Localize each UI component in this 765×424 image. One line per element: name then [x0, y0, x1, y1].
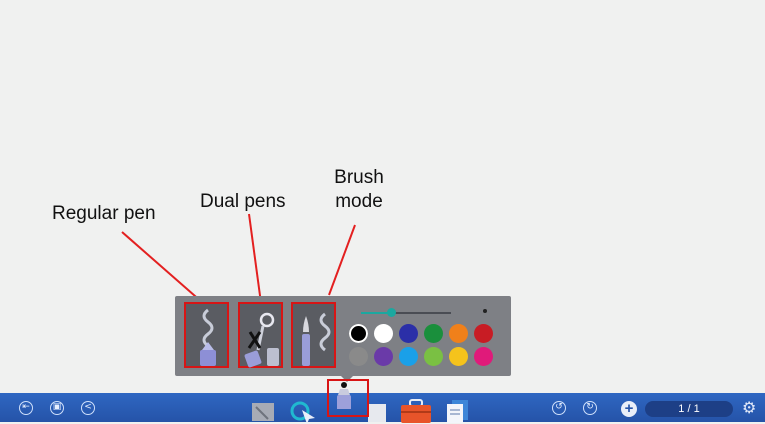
undo-icon[interactable]: ↺	[552, 401, 566, 415]
exit-icon[interactable]: ⇤	[19, 401, 33, 415]
color-swatch[interactable]	[349, 347, 368, 366]
bottom-toolbar: ⇤ ▣ < ↺ ↻ + 1 / 1 ⚙	[0, 382, 765, 424]
regular-pen-icon	[200, 308, 216, 366]
brush-icon	[302, 312, 331, 366]
color-swatch[interactable]	[399, 324, 418, 343]
marker-icon[interactable]	[368, 404, 388, 422]
color-swatch[interactable]	[449, 324, 468, 343]
size-preview-dot	[483, 309, 487, 313]
add-page-icon[interactable]: +	[621, 401, 637, 417]
pen-settings-panel	[175, 296, 511, 376]
regular-pen-mode-button[interactable]	[184, 302, 229, 368]
color-swatch[interactable]	[399, 347, 418, 366]
redo-icon[interactable]: ↻	[583, 401, 597, 415]
brush-mode-button[interactable]	[291, 302, 336, 368]
color-swatch[interactable]	[424, 347, 443, 366]
gear-icon[interactable]: ⚙	[742, 398, 756, 417]
thickness-slider[interactable]	[361, 308, 451, 317]
annotation-line-dual-pens	[248, 213, 262, 304]
thickness-slider-thumb[interactable]	[386, 308, 396, 317]
annotation-line-regular-pen	[121, 231, 204, 304]
color-swatch[interactable]	[449, 347, 468, 366]
active-pen-highlight	[327, 379, 369, 417]
color-swatch[interactable]	[424, 324, 443, 343]
color-swatch[interactable]	[374, 324, 393, 343]
color-swatch[interactable]	[374, 347, 393, 366]
select-icon[interactable]	[288, 398, 318, 424]
color-swatch[interactable]	[349, 324, 368, 343]
dual-pens-icon	[244, 312, 279, 368]
page-indicator[interactable]: 1 / 1	[645, 401, 733, 417]
save-icon[interactable]: ▣	[50, 401, 64, 415]
annotation-line-brush-mode	[328, 224, 356, 296]
color-swatch[interactable]	[474, 324, 493, 343]
eraser-icon[interactable]	[250, 399, 276, 423]
dual-pens-mode-button[interactable]	[238, 302, 283, 368]
pages-icon[interactable]	[446, 399, 470, 423]
share-icon[interactable]: <	[81, 401, 95, 415]
color-swatch[interactable]	[474, 347, 493, 366]
toolbox-icon[interactable]	[400, 399, 432, 423]
